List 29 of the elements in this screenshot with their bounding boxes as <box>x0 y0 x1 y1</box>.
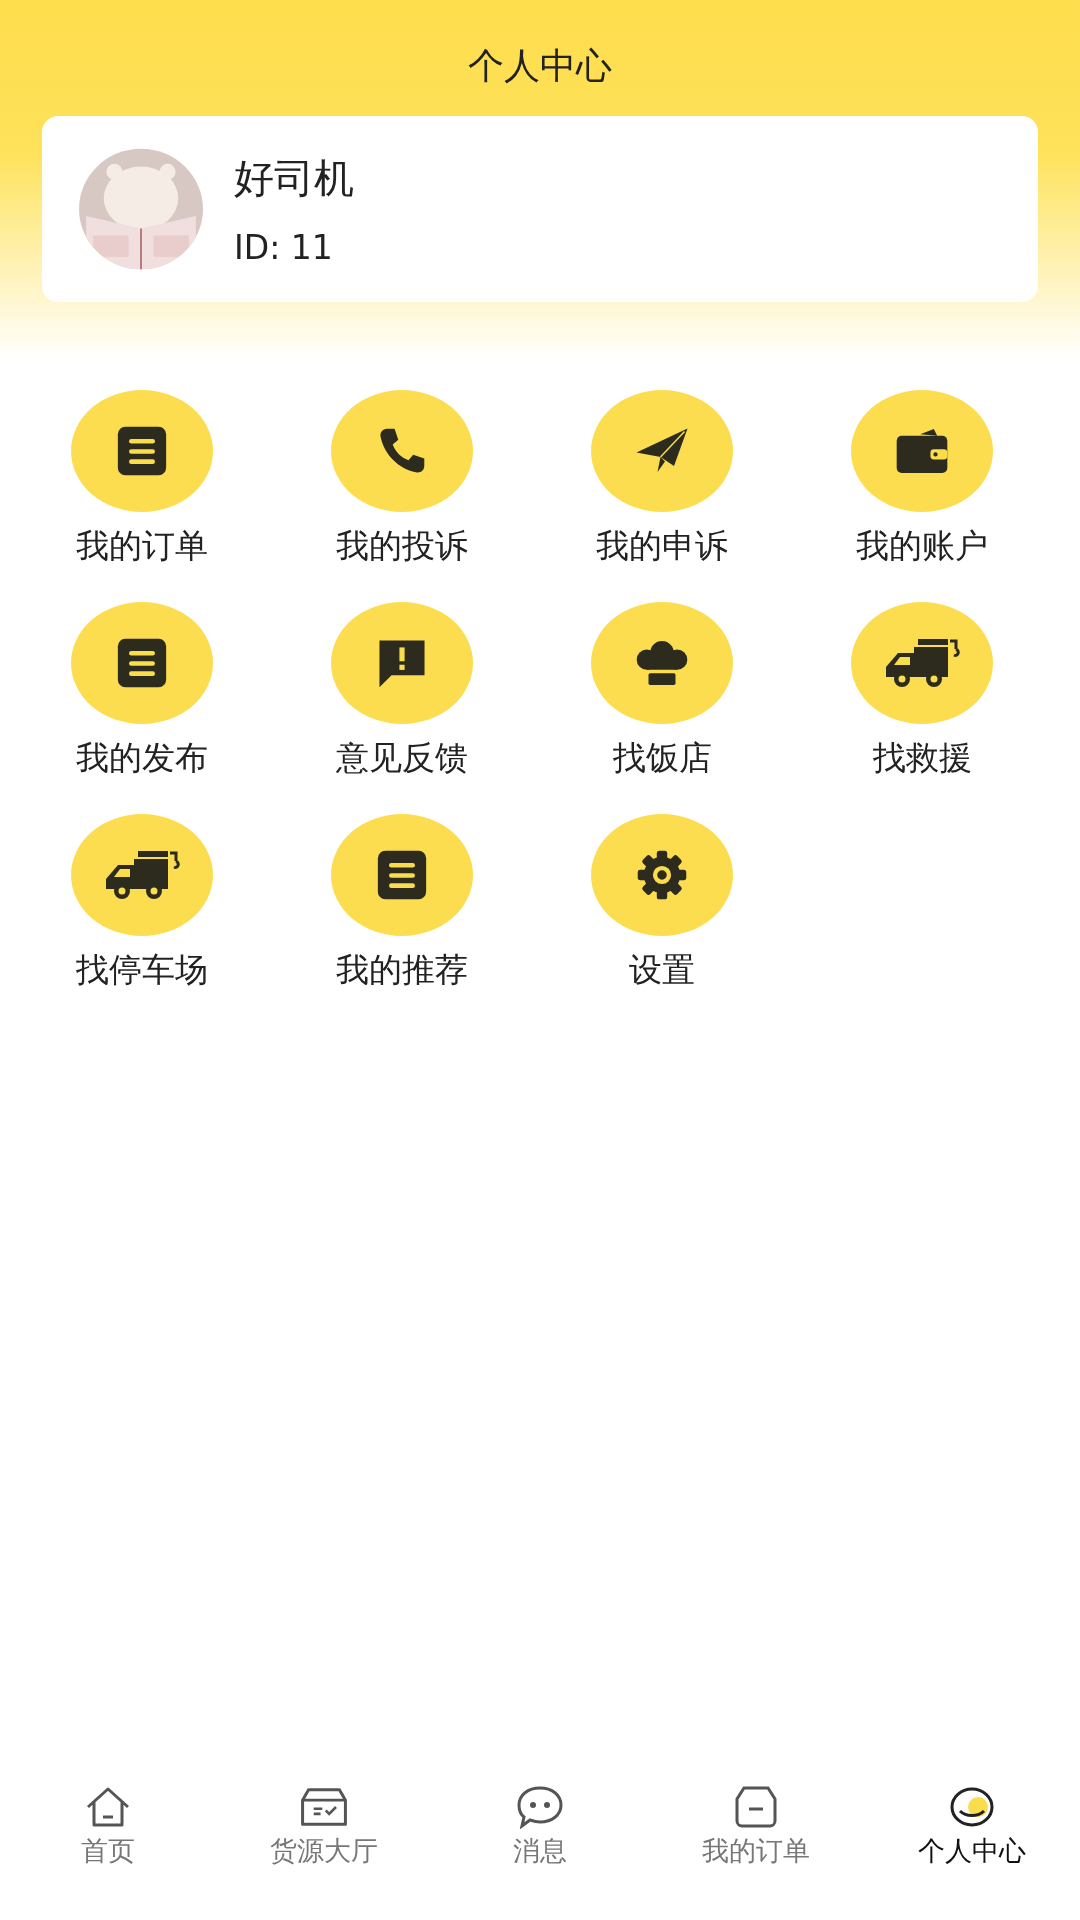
tab-item[interactable]: 我的订单 <box>648 1785 864 1910</box>
smile-icon <box>948 1785 996 1829</box>
chat-icon <box>516 1785 564 1829</box>
list-icon <box>115 637 169 689</box>
menu-item[interactable]: 我的投诉 <box>272 390 532 566</box>
menu-item[interactable]: 找饭店 <box>532 602 792 778</box>
menu-item[interactable]: 我的申诉 <box>532 390 792 566</box>
list-icon <box>115 425 169 477</box>
menu-item[interactable]: 我的账户 <box>792 390 1052 566</box>
tab-item[interactable]: 首页 <box>0 1785 216 1910</box>
settings-icon <box>635 849 689 901</box>
menu-item[interactable]: 找救援 <box>792 602 1052 778</box>
home-icon <box>84 1785 132 1829</box>
menu-item[interactable]: 我的推荐 <box>272 814 532 990</box>
page-title: 个人中心 <box>467 44 613 88</box>
tow-truck-icon <box>104 849 180 901</box>
tow-truck-icon <box>884 637 960 689</box>
tab-item[interactable]: 货源大厅 <box>216 1785 432 1910</box>
menu-item[interactable]: 我的订单 <box>12 390 272 566</box>
menu-item[interactable]: 我的发布 <box>12 602 272 778</box>
inbox-icon <box>300 1785 348 1829</box>
menu-item[interactable]: 找停车场 <box>12 814 272 990</box>
user-name: 好司机 <box>234 154 354 203</box>
tab-item[interactable]: 消息 <box>432 1785 648 1910</box>
list-icon <box>375 849 429 901</box>
menu-item[interactable]: 设置 <box>532 814 792 990</box>
user-id: ID: 11 <box>234 228 334 267</box>
tab-item[interactable]: 个人中心 <box>864 1785 1080 1910</box>
menu-item[interactable]: 意见反馈 <box>272 602 532 778</box>
